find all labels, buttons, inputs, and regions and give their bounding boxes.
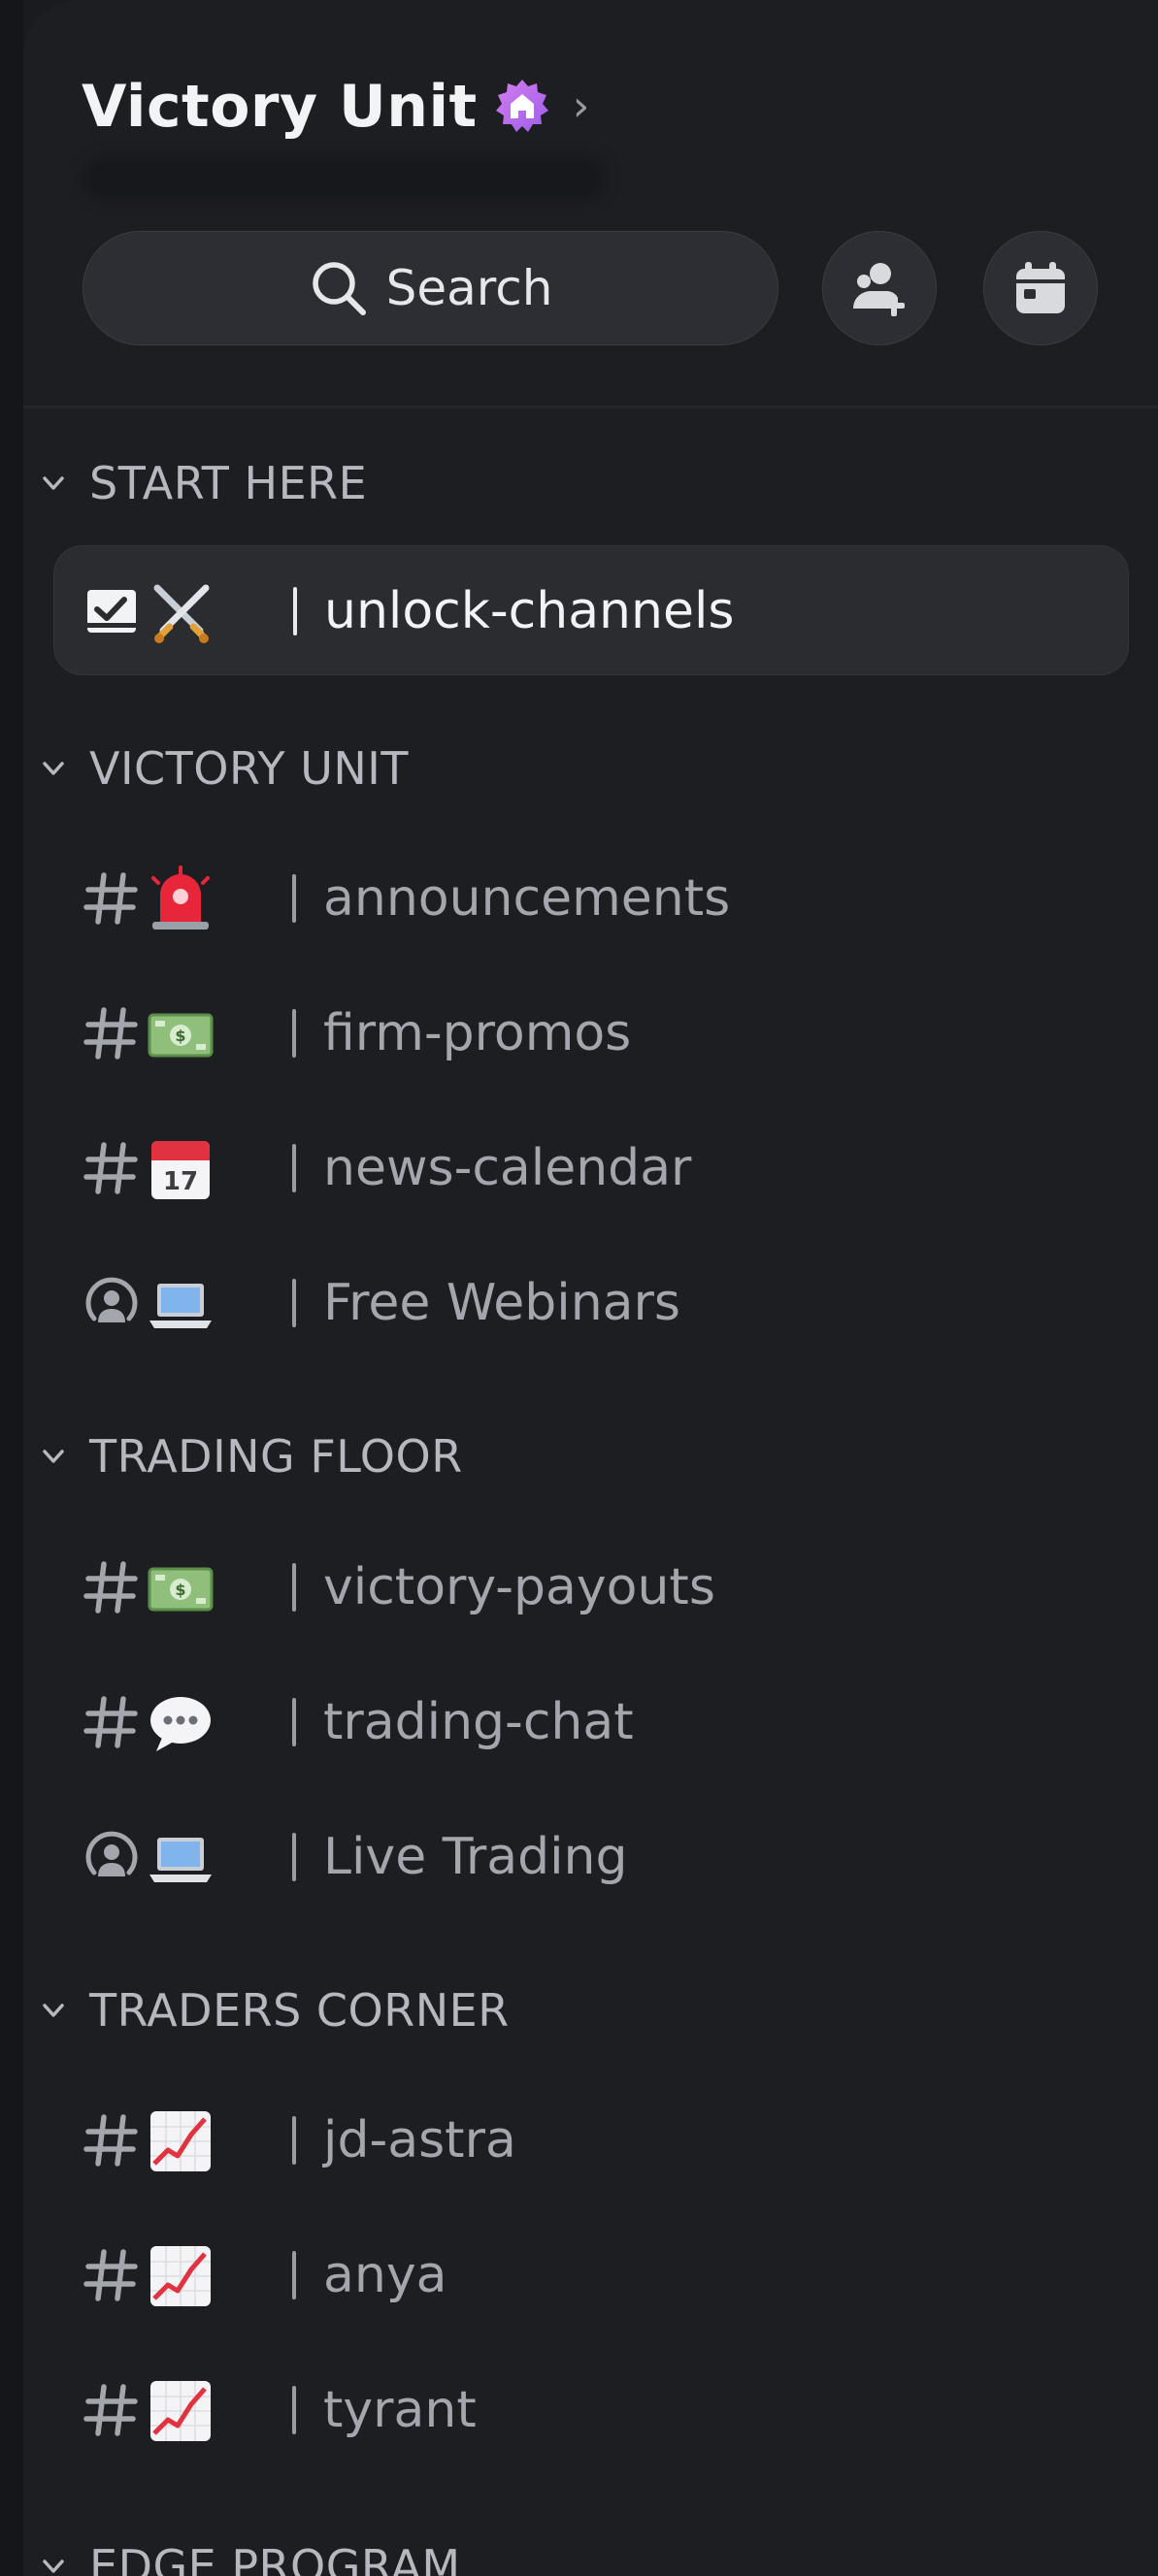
channel-separator [293,587,297,636]
invite-members-button[interactable] [822,231,937,345]
chevron-down-icon [43,2560,64,2573]
calendar-icon [1016,262,1065,313]
hashtag-icon [83,2111,141,2169]
chevron-down-icon [43,762,64,775]
search-button[interactable]: Search [83,231,778,345]
hashtag-icon [83,1139,141,1197]
category-start-here[interactable]: START HERE [39,449,367,517]
header-divider [23,406,1158,408]
channel-separator [292,2251,296,2299]
channel-separator [292,1563,296,1612]
chevron-right-icon: › [572,82,590,131]
category-trading-floor[interactable]: TRADING FLOOR [39,1422,463,1490]
channel-jd-astra[interactable]: jd-astra [53,2075,1129,2205]
server-header[interactable]: Victory Unit › [82,68,589,146]
chevron-down-icon [43,476,64,490]
hashtag-icon [83,869,141,928]
channel-separator [292,1698,296,1746]
channel-name: tyrant [323,2381,477,2439]
category-victory-unit[interactable]: VICTORY UNIT [39,734,409,802]
category-label: START HERE [89,457,368,509]
category-traders-corner[interactable]: TRADERS CORNER [39,1976,510,2044]
hashtag-icon [83,1558,141,1616]
channel-name: anya [323,2246,447,2304]
channel-separator [292,2116,296,2165]
svg-text:$: $ [175,1581,185,1599]
svg-text:$: $ [175,1027,185,1045]
channel-announcements[interactable]: announcements [53,833,1129,963]
channel-anya[interactable]: anya [53,2210,1129,2340]
channel-separator [292,1144,296,1192]
obscured-server-subtitle [82,157,606,200]
channel-unlock-channels[interactable]: unlock-channels [53,545,1129,675]
chart-increasing-emoji-icon [147,2377,215,2445]
channel-name: victory-payouts [323,1558,715,1616]
hashtag-icon [83,2246,141,2304]
channel-free-webinars[interactable]: Free Webinars [53,1238,1129,1368]
search-icon [312,262,366,315]
money-emoji-icon: $ [147,1000,215,1068]
channel-sidebar: Victory Unit › Search START HERE unlock-… [23,0,1158,2576]
channel-separator [292,874,296,923]
search-label: Search [385,260,553,316]
channel-separator [292,1279,296,1327]
chevron-down-icon [43,1450,64,1463]
category-label: VICTORY UNIT [89,742,409,795]
channel-separator [292,1009,296,1058]
rules-checkbox-icon [83,582,142,640]
hashtag-icon [83,1004,141,1062]
channel-name: news-calendar [323,1139,692,1197]
boost-home-badge-icon [493,78,551,136]
stage-channel-icon [83,1274,141,1332]
events-button[interactable] [983,231,1098,345]
hashtag-icon [83,2381,141,2439]
chart-increasing-emoji-icon [147,2107,215,2175]
channel-firm-promos[interactable]: $ firm-promos [53,968,1129,1098]
channel-name: announcements [323,869,731,928]
channel-victory-payouts[interactable]: $ victory-payouts [53,1522,1129,1652]
chevron-down-icon [43,2004,64,2017]
channel-name: jd-astra [323,2111,516,2169]
crossed-swords-emoji-icon [148,578,215,646]
calendar-emoji-icon: 17 [147,1135,215,1203]
category-label: TRADING FLOOR [89,1430,463,1483]
server-rail-edge [0,0,23,2576]
channel-trading-chat[interactable]: trading-chat [53,1657,1129,1787]
laptop-emoji-icon [147,1270,215,1338]
speech-balloon-emoji-icon [147,1689,215,1757]
svg-text:17: 17 [163,1167,198,1196]
category-edge-program[interactable]: EDGE PROGRAM [39,2532,461,2576]
channel-name: Live Trading [323,1828,628,1886]
channel-news-calendar[interactable]: 17 news-calendar [53,1103,1129,1233]
channel-name: firm-promos [323,1004,632,1062]
laptop-emoji-icon [147,1824,215,1892]
stage-channel-icon [83,1828,141,1886]
channel-tyrant[interactable]: tyrant [53,2345,1129,2475]
hashtag-icon [83,1693,141,1751]
channel-separator [292,1833,296,1881]
server-name: Victory Unit [82,73,478,141]
channel-name: Free Webinars [323,1274,680,1332]
chart-increasing-emoji-icon [147,2242,215,2310]
channel-live-trading[interactable]: Live Trading [53,1792,1129,1922]
category-label: EDGE PROGRAM [89,2540,461,2576]
category-label: TRADERS CORNER [89,1984,510,2037]
money-emoji-icon: $ [147,1554,215,1622]
rotating-light-emoji-icon [147,865,215,933]
channel-name: trading-chat [323,1693,634,1751]
channel-name: unlock-channels [324,582,735,640]
invite-members-icon [853,263,905,316]
channel-separator [292,2386,296,2434]
